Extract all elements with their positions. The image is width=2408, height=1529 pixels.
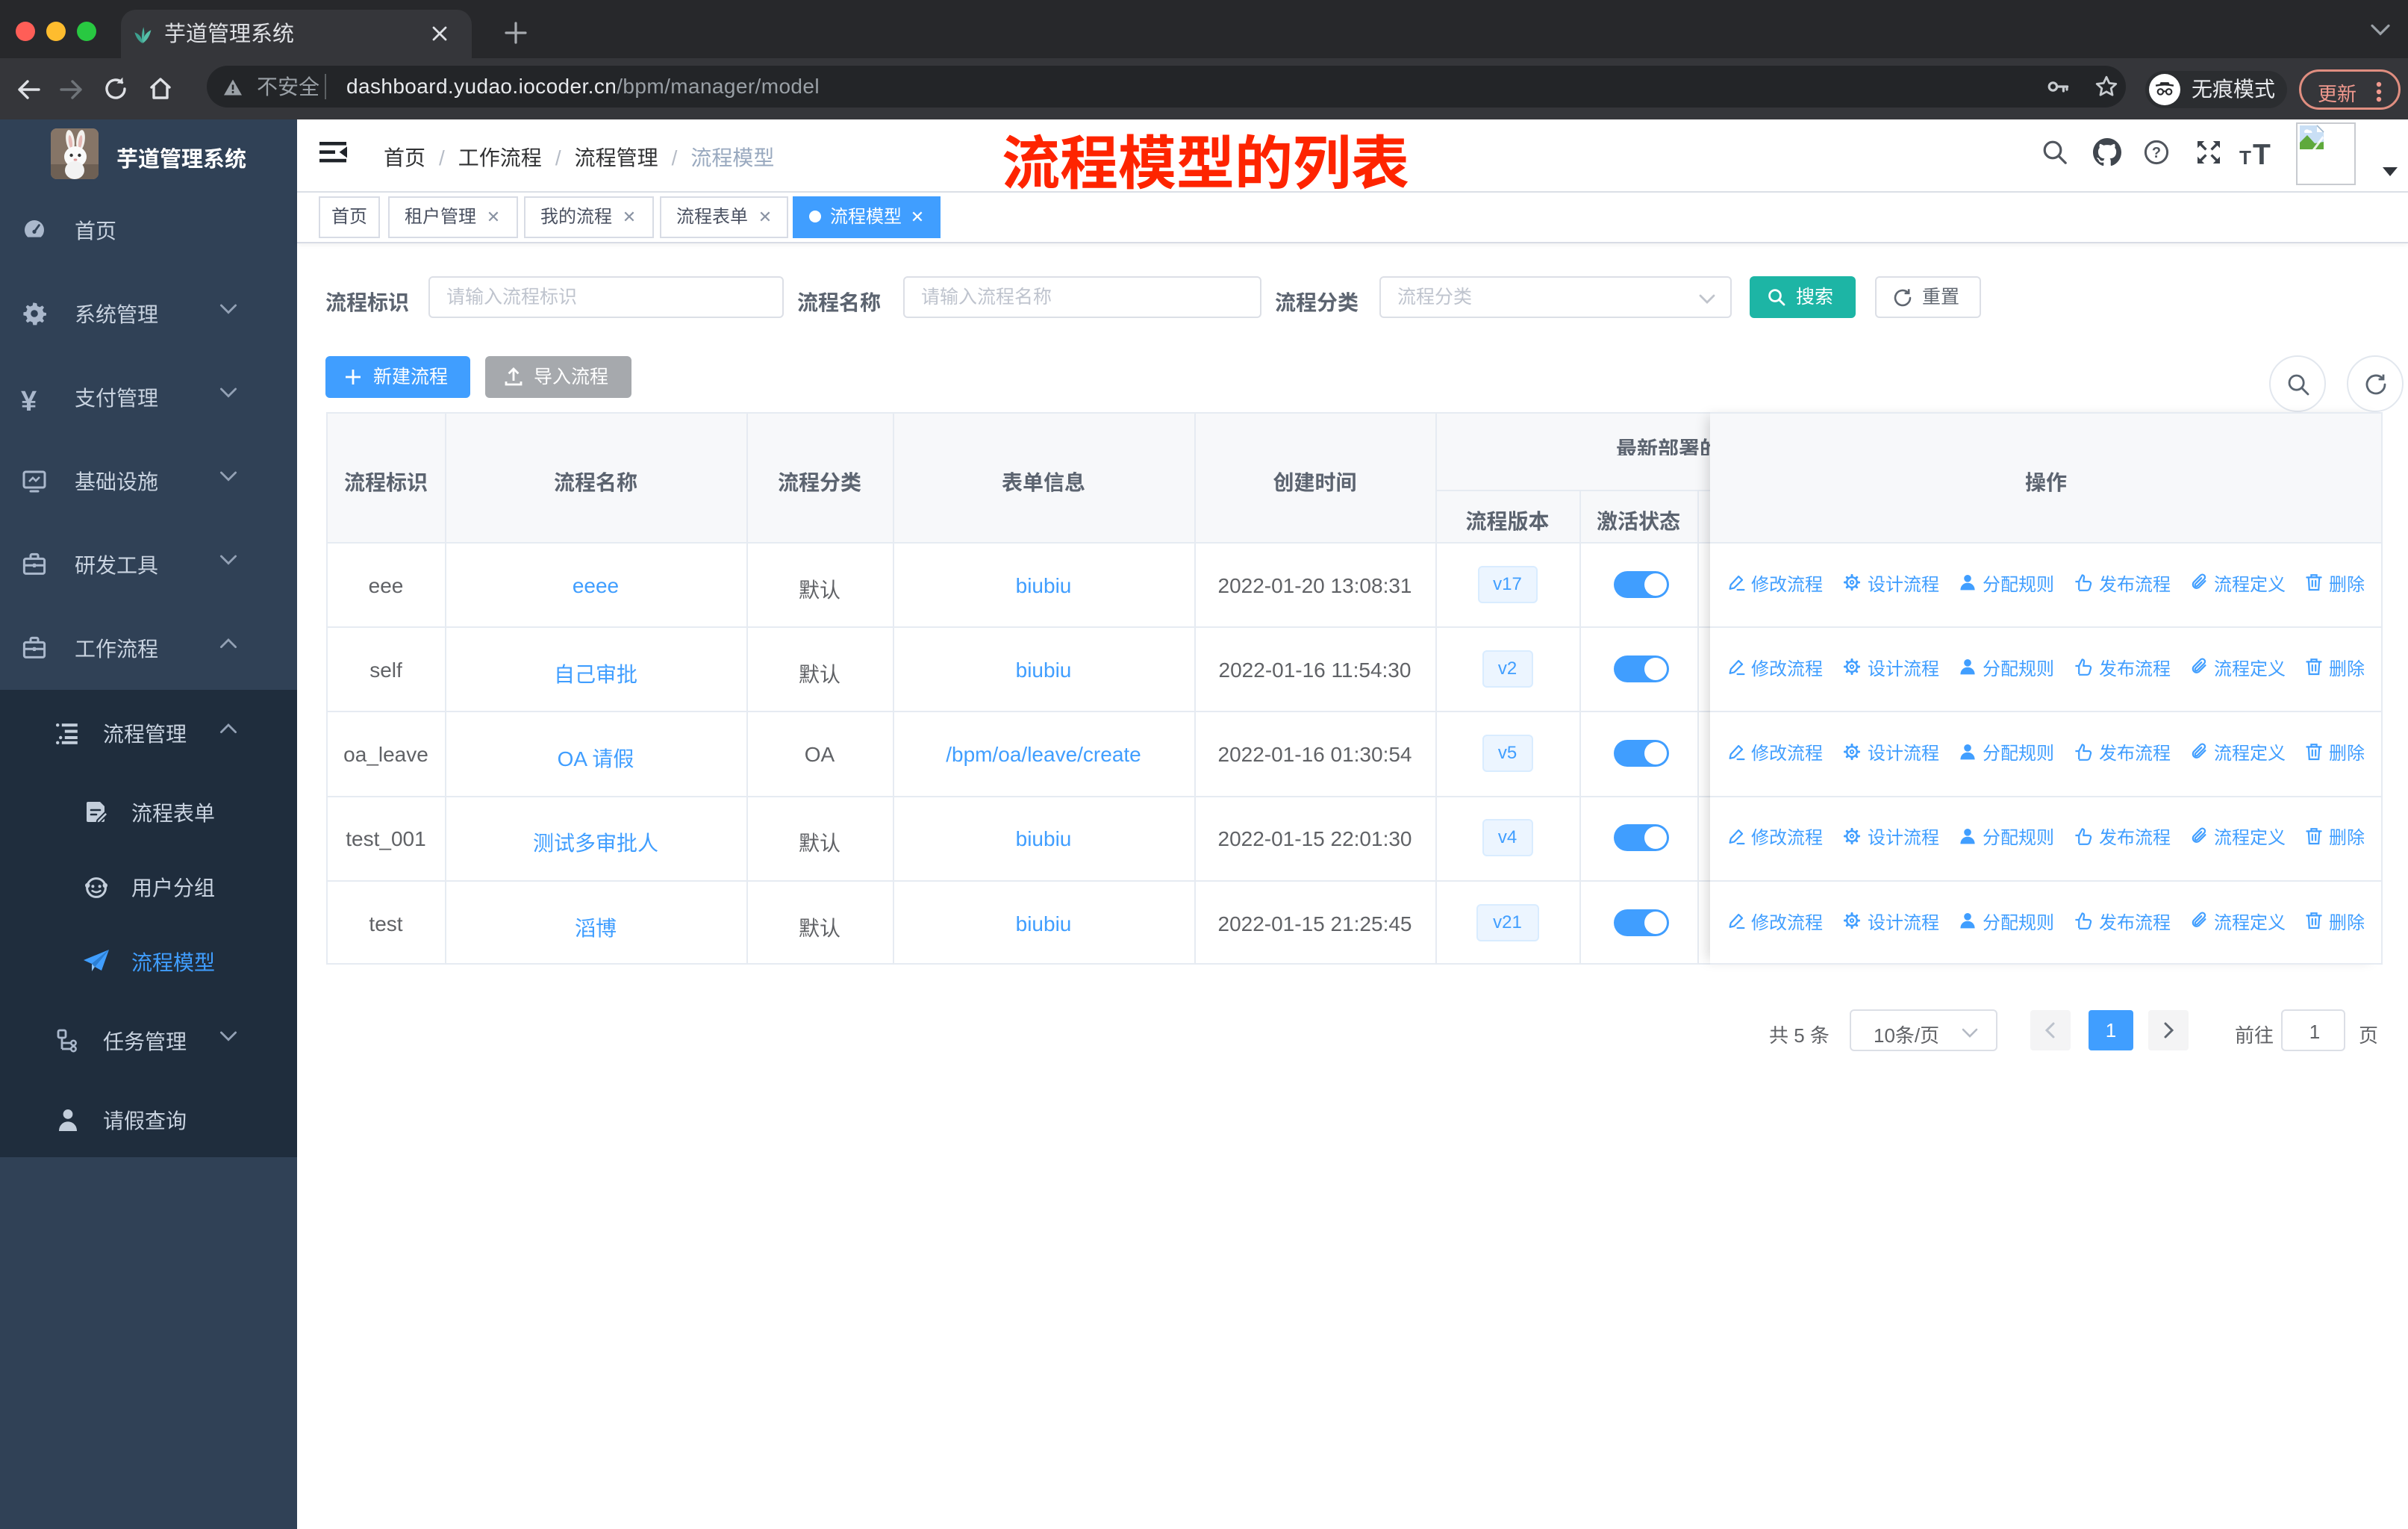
svg-text:T: T bbox=[2253, 139, 2271, 167]
svg-text:?: ? bbox=[2152, 145, 2161, 161]
svg-text:T: T bbox=[2239, 146, 2251, 167]
